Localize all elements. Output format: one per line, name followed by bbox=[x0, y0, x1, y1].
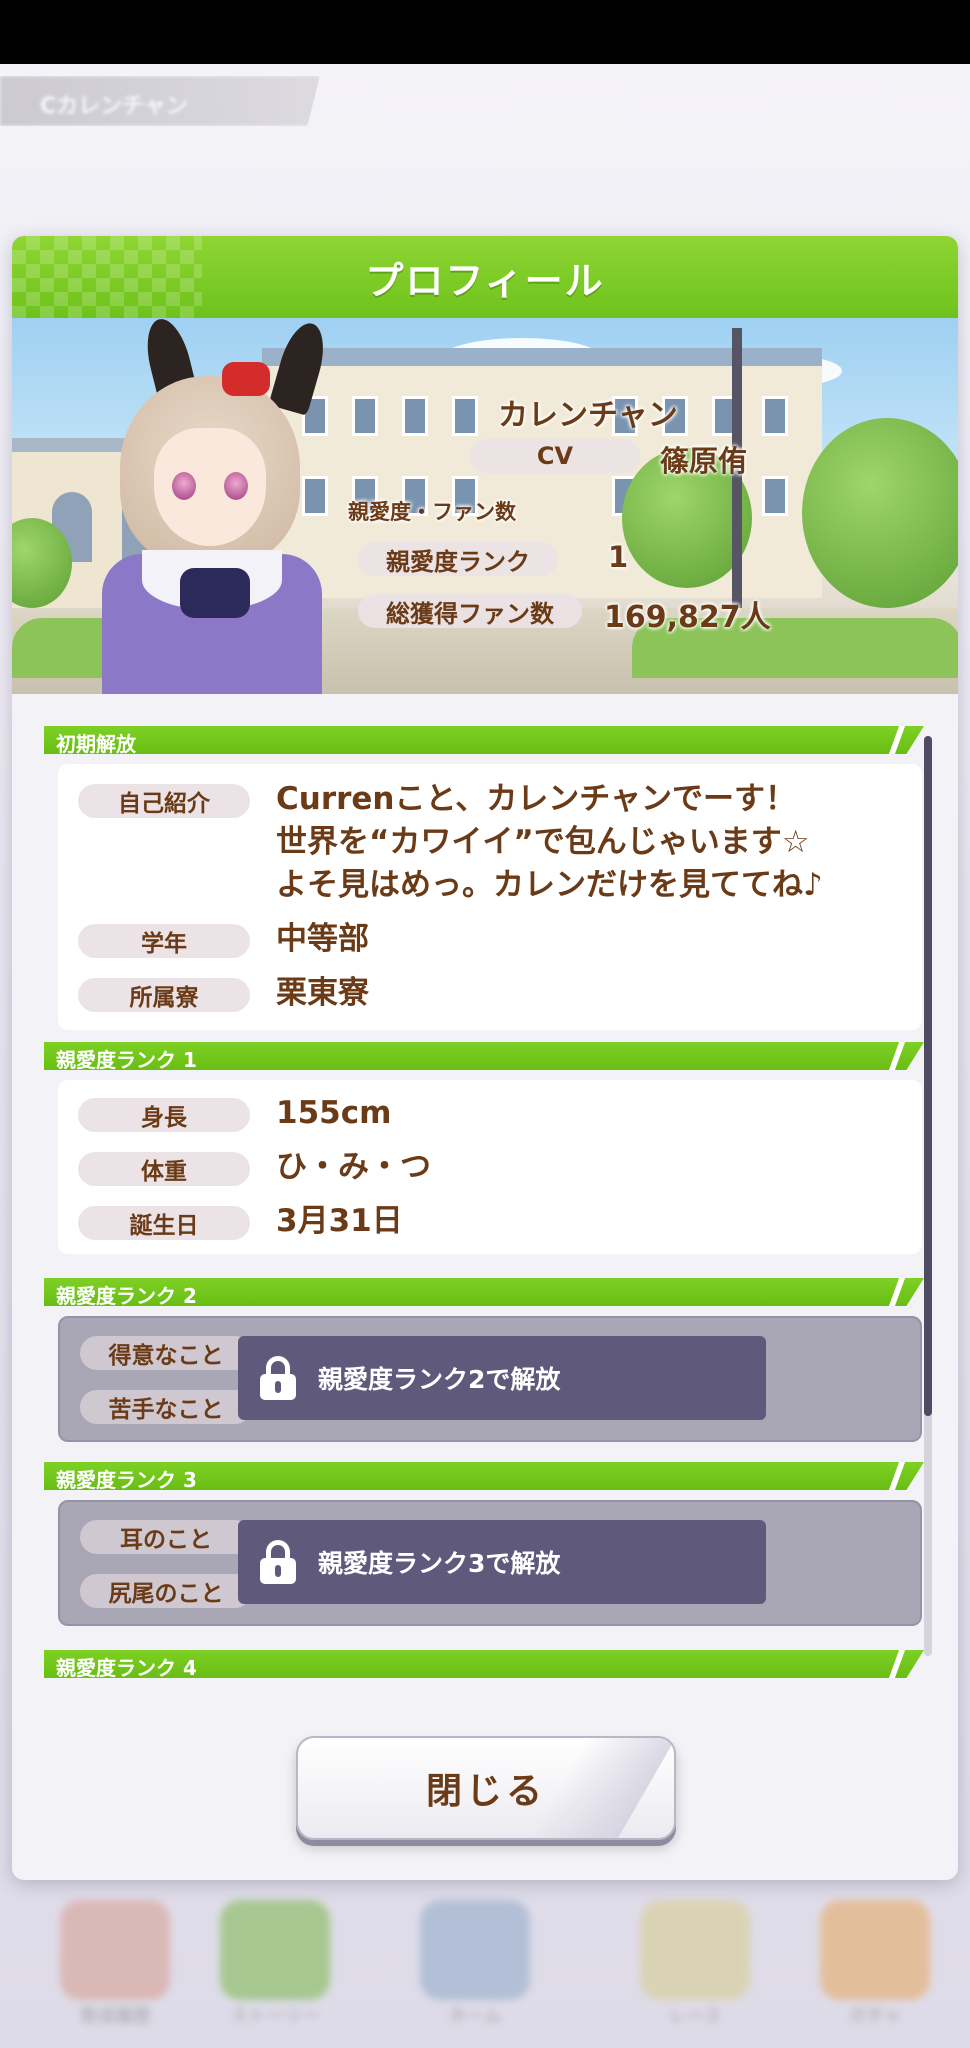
intro-line: 世界を“カワイイ”で包んじゃいます☆ bbox=[276, 824, 810, 860]
nav-label: 育成履歴 bbox=[79, 2006, 151, 2027]
background-tab-label: Сカレンチャン bbox=[40, 94, 188, 119]
nav-item[interactable]: レース bbox=[620, 1890, 770, 2040]
row-value: 中等部 bbox=[276, 921, 369, 957]
bottom-nav: 育成履歴 ストーリー ホーム レース ガチャ bbox=[0, 1890, 970, 2048]
lock-text: 親愛度ランク2で解放 bbox=[318, 1365, 561, 1394]
affinity-fans-label: 親愛度・ファン数 bbox=[348, 500, 516, 524]
row-label: 耳のこと bbox=[80, 1520, 252, 1554]
lock-banner: 親愛度ランク3で解放 bbox=[238, 1520, 766, 1604]
row-label: 得意なこと bbox=[80, 1336, 252, 1370]
section-header: 初期解放 bbox=[44, 726, 924, 754]
profile-card-rank1: 身長 155cm 体重 ひ・み・つ 誕生日 3月31日 bbox=[58, 1080, 922, 1254]
nav-label: ホーム bbox=[448, 2006, 502, 2027]
character-portrait bbox=[72, 318, 342, 694]
row-value: 3月31日 bbox=[276, 1203, 403, 1239]
profile-dialog: プロフィール カレンチャン CV 篠原侑 親愛度・ファン数 親愛度ランク 1 総… bbox=[12, 236, 958, 1880]
cv-label: CV bbox=[470, 439, 640, 473]
row-value: 155cm bbox=[276, 1095, 392, 1131]
dialog-header: プロフィール bbox=[12, 236, 958, 318]
character-hero: カレンチャン CV 篠原侑 親愛度・ファン数 親愛度ランク 1 総獲得ファン数 … bbox=[12, 318, 958, 694]
horse-ear bbox=[268, 318, 332, 416]
character-name: カレンチャン bbox=[498, 398, 678, 433]
nav-item[interactable]: ホーム bbox=[400, 1890, 550, 2040]
dialog-title: プロフィール bbox=[365, 258, 605, 303]
nav-item[interactable]: ガチャ bbox=[800, 1890, 950, 2040]
lock-icon bbox=[258, 1540, 298, 1584]
section-header: 親愛度ランク 3 bbox=[44, 1462, 924, 1490]
row-label: 身長 bbox=[78, 1098, 250, 1132]
section-header: 親愛度ランク 4 bbox=[44, 1650, 924, 1678]
character-info: カレンチャン CV 篠原侑 親愛度・ファン数 親愛度ランク 1 総獲得ファン数 … bbox=[342, 318, 942, 694]
row-label: 体重 bbox=[78, 1152, 250, 1186]
row-label: 誕生日 bbox=[78, 1206, 250, 1240]
row-label: 所属寮 bbox=[78, 978, 250, 1012]
scrollbar-thumb[interactable] bbox=[924, 736, 932, 1416]
close-button-label: 閉じる bbox=[425, 1771, 546, 1812]
character-face bbox=[154, 428, 266, 546]
nav-label: ストーリー bbox=[230, 2006, 320, 2027]
status-bar bbox=[0, 0, 970, 64]
rank-label: 親愛度ランク bbox=[358, 542, 558, 576]
section-header: 親愛度ランク 2 bbox=[44, 1278, 924, 1306]
row-label: 学年 bbox=[78, 924, 250, 958]
intro-line: よそ見はめっ。カレンだけを見ててね♪ bbox=[276, 867, 823, 903]
fans-label: 総獲得ファン数 bbox=[358, 594, 582, 628]
scrollbar[interactable] bbox=[924, 736, 932, 1656]
row-value: ひ・み・つ bbox=[276, 1149, 431, 1185]
hair-bow bbox=[222, 362, 270, 396]
row-label: 尻尾のこと bbox=[80, 1574, 252, 1608]
nav-item[interactable]: ストーリー bbox=[200, 1890, 350, 2040]
profile-card-initial: 自己紹介 Currenこと、カレンチャンでーす！ 世界を“カワイイ”で包んじゃい… bbox=[58, 764, 922, 1030]
profile-card-rank3-locked: 耳のこと 尻尾のこと 親愛度ランク3で解放 bbox=[58, 1500, 922, 1626]
rank-value: 1 bbox=[608, 540, 629, 574]
background-tab: Сカレンチャン bbox=[0, 76, 320, 126]
lock-icon bbox=[258, 1356, 298, 1400]
profile-card-rank2-locked: 得意なこと 苦手なこと 親愛度ランク2で解放 bbox=[58, 1316, 922, 1442]
uniform-ribbon bbox=[180, 568, 250, 618]
profile-scroll-area[interactable]: 初期解放 自己紹介 Currenこと、カレンチャンでーす！ 世界を“カワイイ”で… bbox=[32, 714, 938, 1678]
lock-text: 親愛度ランク3で解放 bbox=[318, 1549, 561, 1578]
row-label: 苦手なこと bbox=[80, 1390, 252, 1424]
intro-line: Currenこと、カレンチャンでーす！ bbox=[276, 781, 796, 817]
close-button[interactable]: 閉じる bbox=[296, 1736, 676, 1840]
cv-value: 篠原侑 bbox=[660, 444, 748, 478]
lock-banner: 親愛度ランク2で解放 bbox=[238, 1336, 766, 1420]
row-label: 自己紹介 bbox=[78, 784, 250, 818]
nav-label: レース bbox=[668, 2006, 722, 2027]
fans-value: 169,827人 bbox=[604, 600, 771, 635]
row-value: 栗東寮 bbox=[276, 975, 369, 1011]
section-header: 親愛度ランク 1 bbox=[44, 1042, 924, 1070]
nav-label: ガチャ bbox=[848, 2006, 902, 2027]
nav-item[interactable]: 育成履歴 bbox=[40, 1890, 190, 2040]
